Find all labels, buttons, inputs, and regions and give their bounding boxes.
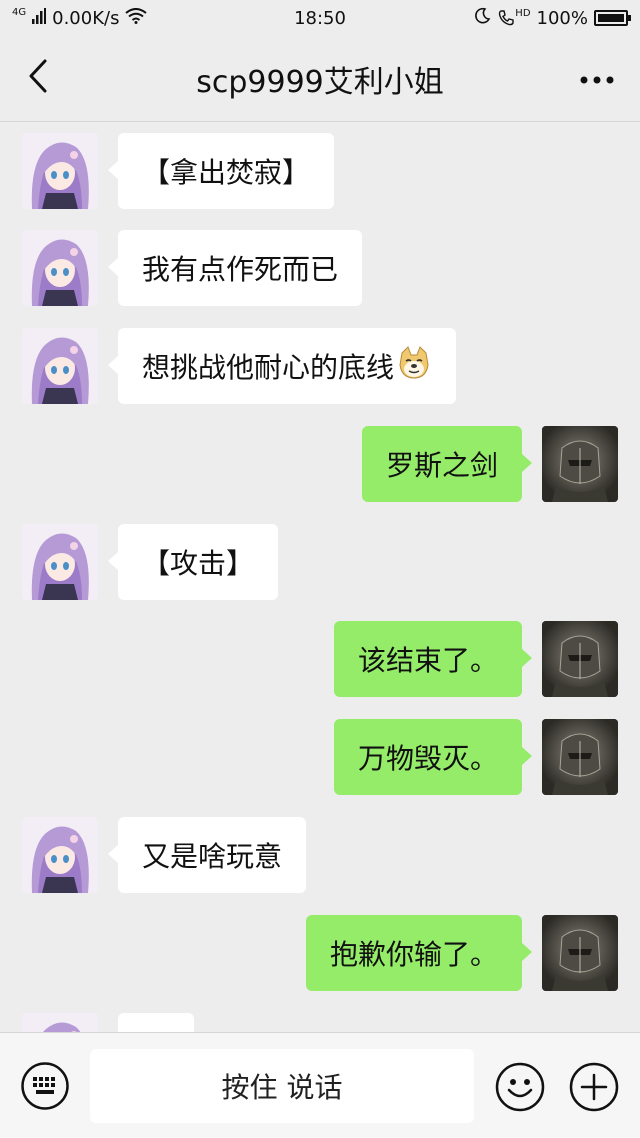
message-bubble[interactable]: 万物毁灭。 [333, 719, 533, 795]
message-bubble[interactable] [118, 1013, 194, 1032]
plus-icon [568, 1062, 620, 1117]
battery-percent: 100% [536, 7, 588, 29]
dark-armor-avatar[interactable] [542, 915, 618, 991]
input-bar: 按住 说话 [0, 1032, 640, 1138]
battery-icon [594, 10, 631, 26]
hold-to-talk-button[interactable]: 按住 说话 [90, 1049, 474, 1123]
anime-girl-avatar[interactable] [22, 133, 98, 209]
incoming-message: 【拿出焚寂】 [0, 133, 640, 209]
message-text: 我有点作死而已 [142, 253, 339, 286]
message-bubble[interactable]: 该结束了。 [333, 621, 533, 697]
message-text: 抱歉你输了。 [329, 938, 498, 971]
incoming-message [0, 1013, 640, 1032]
message-text: 万物毁灭。 [357, 742, 498, 775]
hd-call-icon: HD [497, 7, 531, 27]
more-options-button[interactable] [572, 58, 622, 98]
signal-icon [32, 7, 47, 29]
keyboard-toggle-button[interactable] [20, 1061, 70, 1111]
anime-girl-avatar[interactable] [22, 817, 98, 893]
status-bar: 4G 0.00K/s 18:50 HD 100% [0, 0, 640, 36]
chat-header: scp9999艾利小姐 [0, 36, 640, 122]
network-type-label: 4G [12, 7, 27, 18]
message-bubble[interactable]: 想挑战他耐心的底线 [107, 328, 457, 404]
outgoing-message: 万物毁灭。 [0, 719, 640, 795]
more-dots-icon [580, 69, 614, 88]
outgoing-message: 抱歉你输了。 [0, 915, 640, 991]
dark-armor-avatar[interactable] [542, 621, 618, 697]
message-text: 【攻击】 [142, 547, 255, 580]
wifi-icon [125, 7, 148, 29]
anime-girl-avatar[interactable] [22, 1013, 98, 1032]
outgoing-message: 该结束了。 [0, 621, 640, 697]
anime-girl-avatar[interactable] [22, 328, 98, 404]
anime-girl-avatar[interactable] [22, 524, 98, 600]
network-speed: 0.00K/s [52, 7, 120, 29]
message-text: 【拿出焚寂】 [142, 156, 311, 189]
message-bubble[interactable]: 我有点作死而已 [107, 230, 363, 306]
message-text: 罗斯之剑 [385, 449, 498, 482]
more-functions-button[interactable] [568, 1061, 620, 1113]
message-bubble[interactable]: 【攻击】 [107, 524, 279, 600]
message-bubble[interactable]: 【拿出焚寂】 [107, 133, 335, 209]
chevron-left-icon [27, 59, 49, 97]
status-left: 4G 0.00K/s [12, 7, 148, 29]
keyboard-icon [20, 1062, 70, 1115]
status-right: HD 100% [473, 7, 631, 30]
incoming-message: 我有点作死而已 [0, 230, 640, 306]
anime-girl-avatar[interactable] [22, 230, 98, 306]
chat-title: scp9999艾利小姐 [196, 64, 444, 100]
hd-label: HD [515, 7, 531, 19]
incoming-message: 又是啥玩意 [0, 817, 640, 893]
message-list[interactable]: 【拿出焚寂】 我有点作死而已想挑战他耐心的底线罗斯之剑【攻击】该结束了。万物毁灭。… [0, 123, 640, 1032]
message-bubble[interactable]: 罗斯之剑 [361, 426, 533, 502]
message-bubble[interactable]: 又是啥玩意 [107, 817, 307, 893]
dark-armor-avatar[interactable] [542, 426, 618, 502]
back-button[interactable] [18, 58, 58, 98]
battery-fill [598, 14, 624, 22]
moon-icon [473, 7, 491, 30]
doge-emoji [396, 345, 432, 388]
incoming-message: 想挑战他耐心的底线 [0, 328, 640, 404]
outgoing-message: 罗斯之剑 [0, 426, 640, 502]
message-text: 想挑战他耐心的底线 [142, 351, 395, 384]
smiley-icon [494, 1062, 546, 1117]
dark-armor-avatar[interactable] [542, 719, 618, 795]
message-bubble[interactable]: 抱歉你输了。 [305, 915, 533, 991]
message-text: 又是啥玩意 [142, 840, 283, 873]
message-text: 该结束了。 [357, 644, 498, 677]
incoming-message: 【攻击】 [0, 524, 640, 600]
emoji-button[interactable] [494, 1061, 546, 1113]
